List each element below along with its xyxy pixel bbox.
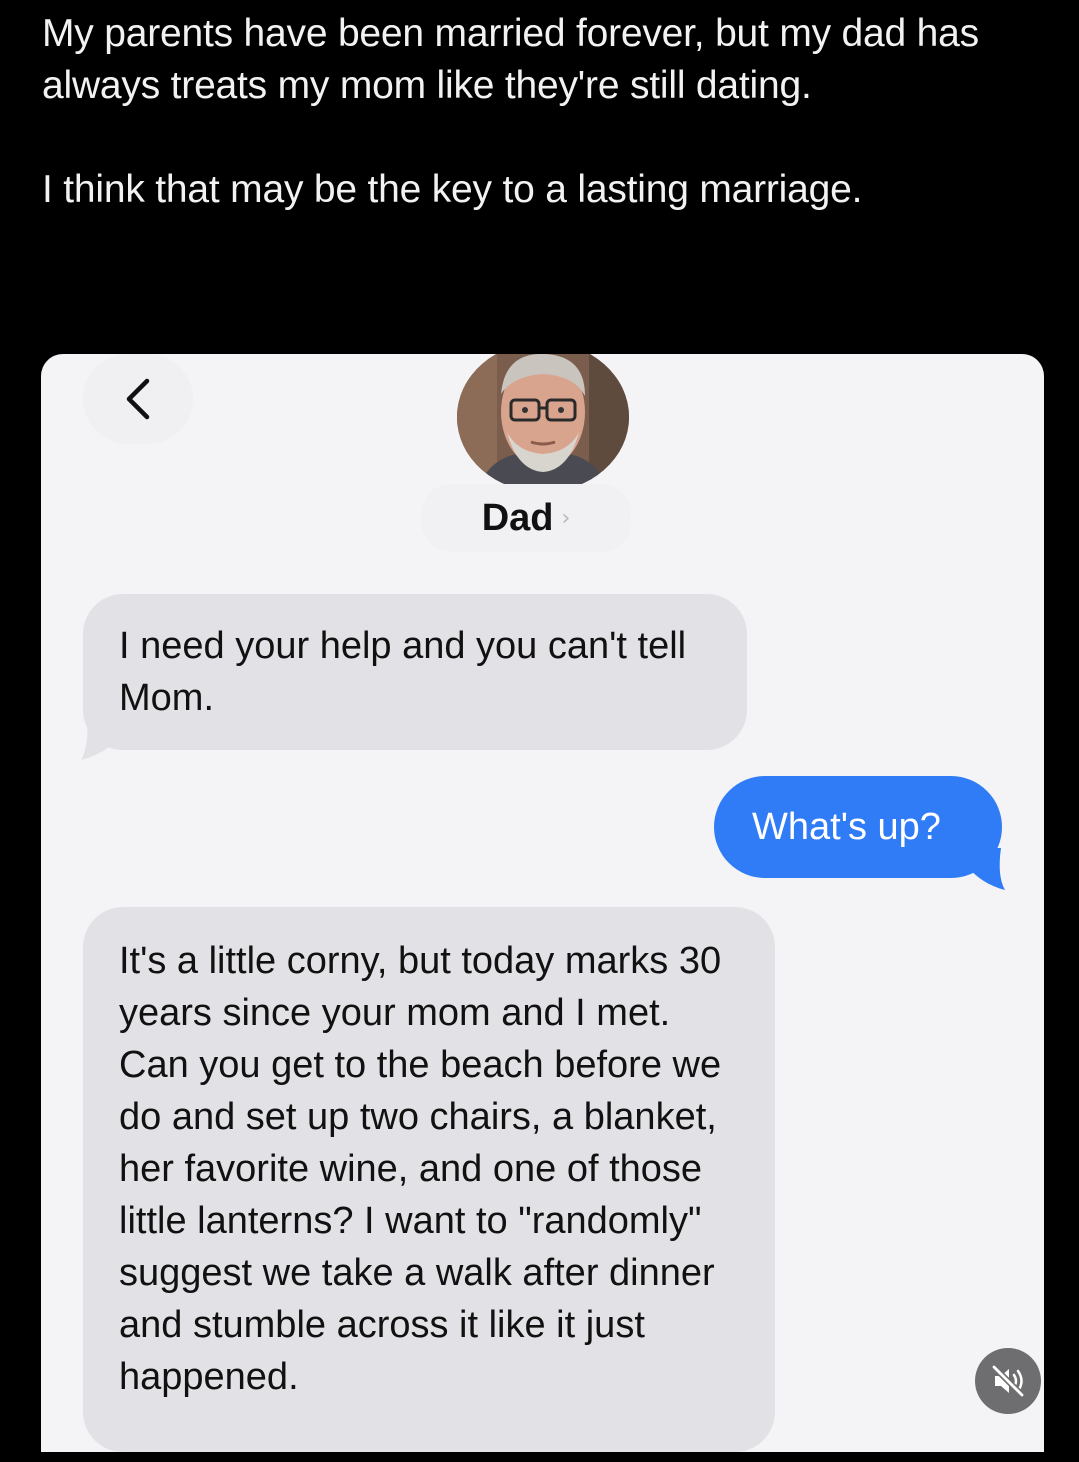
chevron-left-icon (126, 378, 150, 420)
post-caption: My parents have been married forever, bu… (42, 8, 1042, 216)
messages-screenshot: Dad › I need your help and you can't tel… (41, 354, 1044, 1452)
caption-paragraph-1: My parents have been married forever, bu… (42, 12, 979, 107)
mute-button[interactable] (975, 1348, 1041, 1414)
contact-name: Dad (481, 496, 554, 539)
contact-photo-icon (457, 354, 629, 492)
caption-paragraph-2: I think that may be the key to a lasting… (42, 168, 863, 211)
contact-name-button[interactable]: Dad › (421, 484, 631, 552)
bubble-tail (965, 848, 1005, 890)
message-text: It's a little corny, but today marks 30 … (119, 940, 722, 1398)
speaker-muted-icon (991, 1364, 1025, 1398)
message-bubble-incoming: It's a little corny, but today marks 30 … (83, 907, 775, 1452)
message-text: I need your help and you can't tell Mom. (119, 625, 687, 719)
message-text: What's up? (752, 806, 941, 848)
back-button[interactable] (83, 354, 193, 444)
message-bubble-incoming: I need your help and you can't tell Mom. (83, 594, 747, 750)
contact-avatar[interactable] (457, 354, 629, 492)
message-bubble-outgoing: What's up? (714, 776, 1002, 878)
bubble-tail (81, 720, 121, 760)
post: My parents have been married forever, bu… (0, 0, 1079, 1462)
chevron-right-icon: › (561, 505, 571, 531)
